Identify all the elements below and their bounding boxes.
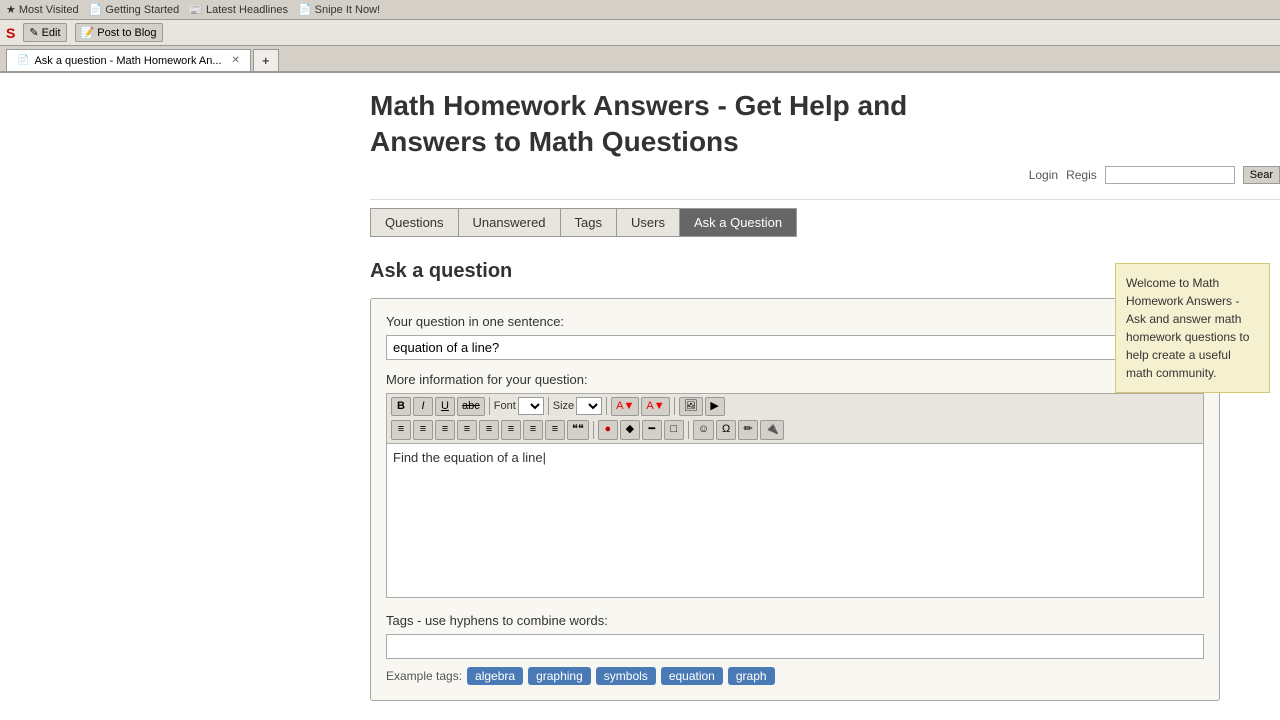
- toolbar-sep-1: [489, 397, 490, 415]
- nav-ask-question[interactable]: Ask a Question: [679, 208, 797, 237]
- tags-label: Tags - use hyphens to combine words:: [386, 613, 1204, 628]
- toolbar-sep-2: [548, 397, 549, 415]
- page-icon2: 📄: [298, 3, 312, 16]
- align-left-button[interactable]: ≡: [391, 420, 411, 439]
- search-button[interactable]: Sear: [1243, 166, 1280, 184]
- toolbar-sep-4: [674, 397, 675, 415]
- bold-button[interactable]: B: [391, 397, 411, 416]
- align-justify-button[interactable]: ≡: [457, 420, 477, 439]
- strikethrough-button[interactable]: abc: [457, 397, 485, 416]
- blog-icon: 📝: [81, 26, 95, 39]
- page-title: Ask a question: [370, 260, 1220, 283]
- left-sidebar: [0, 73, 370, 716]
- tag-graphing[interactable]: graphing: [528, 667, 591, 685]
- media-button[interactable]: ▶: [705, 397, 725, 416]
- blockquote-button[interactable]: ❝❝: [567, 420, 589, 439]
- nav-tags[interactable]: Tags: [560, 208, 616, 237]
- tag-algebra[interactable]: algebra: [467, 667, 523, 685]
- new-tab-button[interactable]: +: [253, 49, 279, 71]
- site-title: Math Homework Answers - Get Help and Ans…: [370, 88, 1190, 161]
- plugin-button[interactable]: 🔌: [760, 420, 784, 439]
- align-center-button[interactable]: ≡: [413, 420, 433, 439]
- tab-bar: 📄 Ask a question - Math Homework An... ✕…: [0, 46, 1280, 73]
- most-visited[interactable]: ★ Most Visited: [6, 3, 79, 16]
- register-link[interactable]: Regis: [1066, 168, 1097, 182]
- outdent-button[interactable]: ≡: [523, 420, 543, 439]
- tag-equation[interactable]: equation: [661, 667, 723, 685]
- image-button[interactable]: 🖼: [679, 397, 703, 416]
- latest-headlines[interactable]: 📰 Latest Headlines: [189, 3, 288, 16]
- draw-button[interactable]: ✏: [738, 420, 758, 439]
- example-tags-label: Example tags:: [386, 669, 462, 683]
- font-select[interactable]: [518, 397, 544, 415]
- editor-content: Find the equation of a line: [393, 450, 543, 465]
- edit-button[interactable]: ✎ Edit: [23, 23, 66, 42]
- toolbar-row-2: ≡ ≡ ≡ ≡ ≡ ≡ ≡ ≡ ❝❝ ● ◆ ━ □ ☺ Ω: [391, 420, 1199, 439]
- post-to-blog-button[interactable]: 📝 Post to Blog: [75, 23, 163, 42]
- browser-toolbar: S ✎ Edit 📝 Post to Blog: [0, 20, 1280, 46]
- font-label: Font: [494, 400, 516, 412]
- question-label: Your question in one sentence:: [386, 314, 1204, 329]
- tag-symbols[interactable]: symbols: [596, 667, 656, 685]
- search-input[interactable]: [1105, 166, 1235, 184]
- tags-input[interactable]: [386, 634, 1204, 659]
- special-char-button[interactable]: Ω: [716, 420, 736, 439]
- size-select[interactable]: [576, 397, 602, 415]
- toolbar-sep-3: [606, 397, 607, 415]
- nav-users[interactable]: Users: [616, 208, 679, 237]
- box-button[interactable]: □: [664, 420, 684, 439]
- circle-button[interactable]: ●: [598, 420, 618, 439]
- page-icon: 📄: [89, 3, 103, 16]
- highlight-button[interactable]: A▼: [641, 397, 669, 416]
- example-tags-row: Example tags: algebra graphing symbols e…: [386, 667, 1204, 685]
- underline-button[interactable]: U: [435, 397, 455, 416]
- browser-logo: S: [6, 25, 15, 41]
- size-label: Size: [553, 400, 574, 412]
- edit-icon: ✎: [29, 26, 38, 39]
- editor-toolbar: B I U abc Font Size A▼ A▼: [386, 393, 1204, 443]
- shape-button[interactable]: ◆: [620, 420, 640, 439]
- question-input[interactable]: [386, 335, 1204, 360]
- star-icon: ★: [6, 3, 16, 16]
- main-content: Ask a question Your question in one sent…: [370, 245, 1220, 716]
- toolbar-sep-6: [688, 421, 689, 439]
- italic-button[interactable]: I: [413, 397, 433, 416]
- welcome-text: Welcome to Math Homework Answers - Ask a…: [1126, 276, 1249, 380]
- cursor: [543, 450, 546, 465]
- font-color-button[interactable]: A▼: [611, 397, 639, 416]
- news-icon: 📰: [189, 3, 203, 16]
- more-info-label: More information for your question:: [386, 372, 1204, 387]
- tags-section: Tags - use hyphens to combine words: Exa…: [386, 613, 1204, 685]
- indent-button[interactable]: ≡: [545, 420, 565, 439]
- tag-graph[interactable]: graph: [728, 667, 775, 685]
- page-wrapper: Math Homework Answers - Get Help and Ans…: [0, 73, 1280, 716]
- tab-page-icon: 📄: [17, 55, 29, 66]
- toolbar-sep-5: [593, 421, 594, 439]
- nav-bar: Questions Unanswered Tags Users Ask a Qu…: [370, 200, 1280, 245]
- nav-questions[interactable]: Questions: [370, 208, 458, 237]
- editor-area[interactable]: Find the equation of a line: [386, 443, 1204, 598]
- hr-button[interactable]: ━: [642, 420, 662, 439]
- header-actions: Login Regis Sear: [370, 161, 1280, 189]
- active-tab[interactable]: 📄 Ask a question - Math Homework An... ✕: [6, 49, 251, 71]
- login-link[interactable]: Login: [1029, 168, 1058, 182]
- site-header: Math Homework Answers - Get Help and Ans…: [370, 73, 1280, 200]
- tab-close-button[interactable]: ✕: [232, 55, 240, 66]
- ordered-list-button[interactable]: ≡: [479, 420, 499, 439]
- nav-unanswered[interactable]: Unanswered: [458, 208, 560, 237]
- bookmarks-bar: ★ Most Visited 📄 Getting Started 📰 Lates…: [0, 0, 1280, 20]
- toolbar-row-1: B I U abc Font Size A▼ A▼: [391, 397, 1199, 416]
- getting-started[interactable]: 📄 Getting Started: [89, 3, 180, 16]
- unordered-list-button[interactable]: ≡: [501, 420, 521, 439]
- ask-form: Your question in one sentence: More info…: [370, 298, 1220, 701]
- welcome-box: Welcome to Math Homework Answers - Ask a…: [1115, 263, 1270, 393]
- emoji-button[interactable]: ☺: [693, 420, 714, 439]
- snipe-it[interactable]: 📄 Snipe It Now!: [298, 3, 380, 16]
- align-right-button[interactable]: ≡: [435, 420, 455, 439]
